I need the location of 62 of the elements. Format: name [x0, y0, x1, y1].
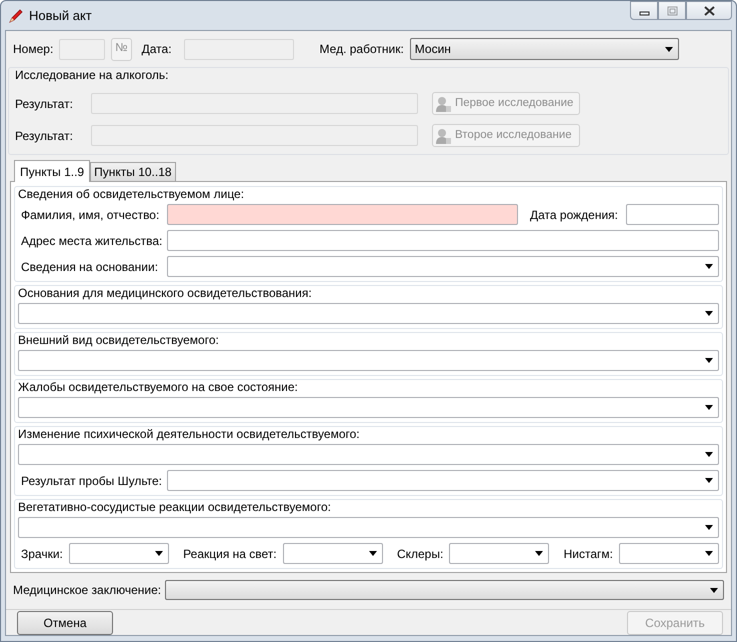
dropdown-arrow-icon: [368, 551, 377, 556]
dropdown-arrow-icon: [705, 311, 713, 316]
field-label: Сведения на основании:: [21, 258, 159, 276]
field-label: Дата рождения:: [530, 206, 618, 224]
combo-box[interactable]: [282, 543, 383, 564]
combo-box[interactable]: [618, 543, 719, 564]
dropdown-arrow-icon: [664, 46, 673, 52]
dropdown-arrow-icon: [705, 264, 713, 269]
pencil-icon: [8, 8, 24, 24]
minimize-button[interactable]: [630, 1, 658, 20]
field-label: Результат:: [15, 96, 74, 112]
combo-box[interactable]: [165, 580, 724, 600]
field-label: Мед. работник:: [320, 41, 404, 58]
cancel-button[interactable]: Отмена: [17, 610, 113, 634]
combo-box[interactable]: [18, 350, 719, 371]
combo-box[interactable]: [18, 517, 719, 538]
tab[interactable]: Пункты 10..18: [90, 162, 176, 181]
dropdown-arrow-icon: [705, 478, 713, 483]
dropdown-arrow-icon: [535, 551, 544, 556]
dropdown-arrow-icon: [705, 358, 713, 363]
dropdown-arrow-icon: [705, 405, 713, 410]
field-label: Дата:: [142, 41, 172, 58]
field-label: Фамилия, имя, отчество:: [21, 206, 159, 224]
section-title: Жалобы освидетельствуемого на свое состояние:: [18, 379, 299, 395]
section-title: Сведения об освидетельствуемом лице:: [18, 186, 246, 202]
close-button[interactable]: [686, 1, 732, 20]
field-label: Зрачки:: [21, 546, 63, 562]
field-label: Адрес места жительства:: [21, 232, 159, 250]
maximize-icon: [666, 6, 678, 16]
section-title: Внешний вид освидетельствуемого:: [18, 332, 220, 348]
combo-box[interactable]: [18, 397, 719, 418]
combo-box[interactable]: [167, 256, 719, 277]
combo-box[interactable]: Мосин: [410, 38, 679, 60]
field-label: Нистагм:: [564, 546, 613, 562]
text-field[interactable]: [626, 204, 719, 225]
combo-box[interactable]: [449, 543, 550, 564]
section-title: Основания для медицинского освидетельствования:: [18, 285, 313, 301]
dropdown-arrow-icon: [154, 551, 163, 556]
field-label: Реакция на свет:: [183, 546, 277, 562]
dropdown-arrow-icon: [705, 525, 713, 530]
field-label: Медицинское заключение:: [13, 582, 162, 599]
dropdown-arrow-icon: [704, 551, 713, 556]
field-label: Результат пробы Шульте:: [21, 472, 159, 490]
group-title: Исследование на алкоголь:: [15, 67, 170, 83]
person-icon: [435, 96, 451, 112]
field-label: Номер:: [13, 41, 54, 58]
window-title: Новый акт: [29, 6, 92, 25]
text-field[interactable]: [167, 230, 719, 251]
field-label: Склеры:: [396, 546, 444, 562]
combo-box[interactable]: [18, 444, 719, 465]
tab[interactable]: Пункты 1..9: [14, 160, 90, 182]
close-icon: [704, 6, 714, 16]
combo-box[interactable]: [18, 303, 719, 324]
dropdown-arrow-icon: [710, 588, 718, 592]
section-title: Вегетативно-сосудистые реакции освидетельствуемого:: [18, 499, 332, 515]
combo-box[interactable]: [68, 543, 169, 564]
combo-box[interactable]: [167, 470, 719, 491]
dropdown-arrow-icon: [705, 452, 713, 457]
section-title: Изменение психической деятельности освидетельствуемого:: [18, 426, 361, 442]
text-field[interactable]: [167, 204, 518, 225]
field-label: Результат:: [15, 128, 74, 144]
person-icon: [435, 128, 451, 144]
